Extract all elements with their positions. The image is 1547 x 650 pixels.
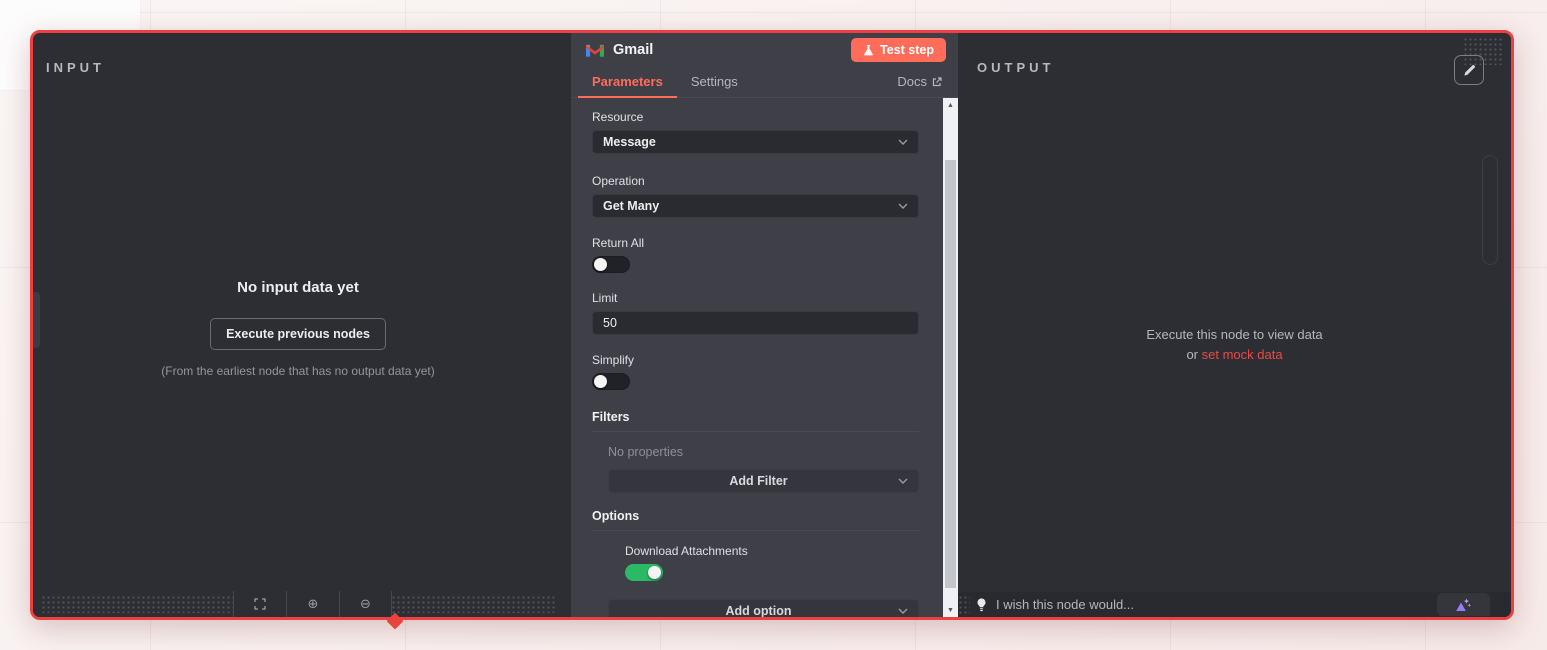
- gmail-icon: [586, 43, 604, 57]
- test-step-button[interactable]: Test step: [851, 38, 946, 62]
- simplify-toggle[interactable]: [592, 373, 630, 390]
- pencil-icon: [1463, 64, 1476, 77]
- node-tabs: Parameters Settings Docs: [571, 66, 958, 98]
- node-wish-bar: I wish this node would...: [958, 592, 1511, 617]
- tab-settings[interactable]: Settings: [677, 66, 752, 97]
- toggle-knob: [594, 258, 607, 271]
- docs-link[interactable]: Docs: [897, 66, 944, 97]
- output-panel-title: OUTPUT: [977, 60, 1054, 75]
- download-attachments-toggle[interactable]: [625, 564, 663, 581]
- dot-grid-texture: [958, 595, 970, 614]
- test-step-label: Test step: [880, 43, 934, 57]
- input-hint-text: (From the earliest node that has no outp…: [133, 363, 463, 380]
- ai-assistant-button[interactable]: [1437, 593, 1490, 616]
- scrollbar-thumb[interactable]: [945, 160, 956, 588]
- operation-label: Operation: [592, 174, 919, 188]
- edit-output-button[interactable]: [1454, 55, 1484, 85]
- chevron-down-icon: [898, 478, 908, 484]
- toggle-knob: [594, 375, 607, 388]
- panel-drag-strip[interactable]: [563, 33, 571, 617]
- scrollbar-up-arrow-icon[interactable]: ▲: [943, 98, 958, 112]
- resource-label: Resource: [592, 110, 919, 124]
- tabs-spacer: [752, 66, 898, 97]
- parameters-scroll-area: Resource Message Operation Get Many Retu…: [571, 98, 958, 617]
- docs-label: Docs: [897, 74, 927, 89]
- output-message: Execute this node to view data: [1146, 327, 1322, 342]
- filters-empty-text: No properties: [608, 445, 919, 459]
- wish-input[interactable]: I wish this node would...: [996, 597, 1437, 612]
- options-section-header: Options: [592, 509, 919, 531]
- add-filter-button[interactable]: Add Filter: [608, 469, 919, 493]
- toggle-knob: [648, 566, 661, 579]
- zoom-in-icon: ⊕: [308, 596, 319, 612]
- parameters-form: Resource Message Operation Get Many Retu…: [571, 98, 943, 617]
- no-input-data-heading: No input data yet: [33, 279, 563, 296]
- scrollbar-down-arrow-icon[interactable]: ▼: [943, 603, 958, 617]
- execute-previous-nodes-button[interactable]: Execute previous nodes: [210, 318, 386, 350]
- return-all-label: Return All: [592, 236, 919, 250]
- add-filter-label: Add Filter: [619, 474, 898, 488]
- return-all-toggle[interactable]: [592, 256, 630, 273]
- zoom-to-fit-icon: [254, 598, 266, 610]
- chevron-down-icon: [898, 608, 908, 614]
- canvas-zoom-controls: ⊕ ⊖: [233, 591, 392, 617]
- operation-value: Get Many: [603, 199, 898, 213]
- download-attachments-label: Download Attachments: [625, 544, 919, 558]
- input-empty-state: No input data yet Execute previous nodes…: [33, 279, 563, 380]
- add-option-button[interactable]: Add option: [608, 599, 919, 617]
- output-empty-state: Execute this node to view data or set mo…: [958, 325, 1511, 365]
- zoom-out-button[interactable]: ⊖: [339, 591, 392, 617]
- operation-select[interactable]: Get Many: [592, 194, 919, 218]
- input-panel: INPUT No input data yet Execute previous…: [33, 33, 563, 617]
- resource-value: Message: [603, 135, 898, 149]
- add-option-label: Add option: [619, 604, 898, 617]
- zoom-in-button[interactable]: ⊕: [286, 591, 339, 617]
- chevron-down-icon: [898, 203, 908, 209]
- ai-sparkle-icon: [1455, 598, 1472, 612]
- output-panel: OUTPUT Execute this node to view data or…: [958, 33, 1511, 617]
- input-bottom-toolbar: ⊕ ⊖: [33, 591, 563, 617]
- external-link-icon: [932, 77, 942, 87]
- zoom-to-fit-button[interactable]: [233, 591, 286, 617]
- tab-parameters[interactable]: Parameters: [578, 66, 677, 97]
- output-message-or: or: [1186, 347, 1198, 362]
- parameters-scrollbar[interactable]: ▲ ▼: [943, 98, 958, 617]
- limit-label: Limit: [592, 291, 919, 305]
- chevron-down-icon: [898, 139, 908, 145]
- simplify-label: Simplify: [592, 353, 919, 367]
- lightbulb-icon: [976, 598, 987, 612]
- limit-input[interactable]: [592, 311, 919, 335]
- filters-section-header: Filters: [592, 410, 919, 432]
- node-title: Gmail: [613, 42, 653, 58]
- node-details-view: INPUT No input data yet Execute previous…: [30, 30, 1514, 620]
- input-panel-title: INPUT: [46, 60, 105, 75]
- zoom-out-icon: ⊖: [360, 596, 371, 612]
- set-mock-data-link[interactable]: set mock data: [1202, 347, 1283, 362]
- resource-select[interactable]: Message: [592, 130, 919, 154]
- panel-resize-handle-right[interactable]: [1482, 155, 1498, 265]
- node-parameters-panel: Gmail Test step Parameters Settings Docs: [571, 33, 958, 617]
- flask-icon: [863, 44, 874, 56]
- panel-resize-handle-left[interactable]: [33, 292, 40, 348]
- node-header: Gmail Test step: [571, 33, 958, 66]
